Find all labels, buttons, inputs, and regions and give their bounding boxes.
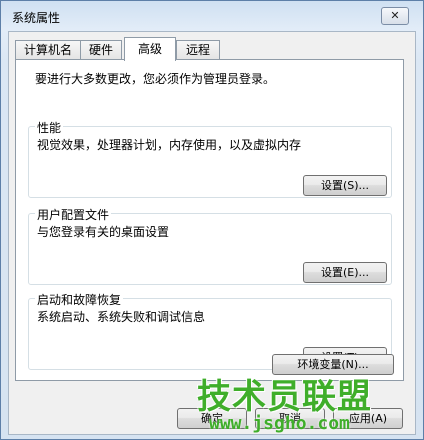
user-profiles-description: 与您登录有关的桌面设置 [37,225,170,239]
watermark-url: www.jsgho.com [209,413,350,434]
performance-group-title: 性能 [35,119,64,136]
site-watermark: 技术员联盟 www.jsgho.com [197,369,417,435]
performance-settings-button[interactable]: 设置(S)... [303,175,387,196]
title-bar[interactable]: 系统属性 ✕ [1,1,423,31]
system-properties-window: 系统属性 ✕ 计算机名 硬件 高级 远程 要进行大多数更改，您必须作为管理员登录… [0,0,424,440]
user-profiles-group: 用户配置文件 与您登录有关的桌面设置 设置(E)... [28,206,392,285]
user-profiles-group-title: 用户配置文件 [35,206,112,223]
close-button[interactable]: ✕ [381,7,409,25]
performance-group: 性能 视觉效果，处理器计划，内存使用，以及虚拟内存 设置(S)... [28,119,392,198]
admin-notice: 要进行大多数更改，您必须作为管理员登录。 [35,72,276,86]
tab-remote[interactable]: 远程 [176,40,220,60]
window-title: 系统属性 [12,11,61,25]
startup-recovery-description: 系统启动、系统失败和调试信息 [37,310,206,324]
advanced-tab-panel: 要进行大多数更改，您必须作为管理员登录。 性能 视觉效果，处理器计划，内存使用，… [15,59,404,381]
tab-hardware[interactable]: 硬件 [80,40,122,60]
performance-description: 视觉效果，处理器计划，内存使用，以及虚拟内存 [37,138,302,152]
watermark-brand: 技术员联盟 [197,377,372,417]
user-profiles-settings-button[interactable]: 设置(E)... [303,262,387,283]
tab-advanced[interactable]: 高级 [124,37,176,61]
startup-recovery-group-title: 启动和故障恢复 [35,291,124,308]
tab-computer-name[interactable]: 计算机名 [15,40,81,60]
